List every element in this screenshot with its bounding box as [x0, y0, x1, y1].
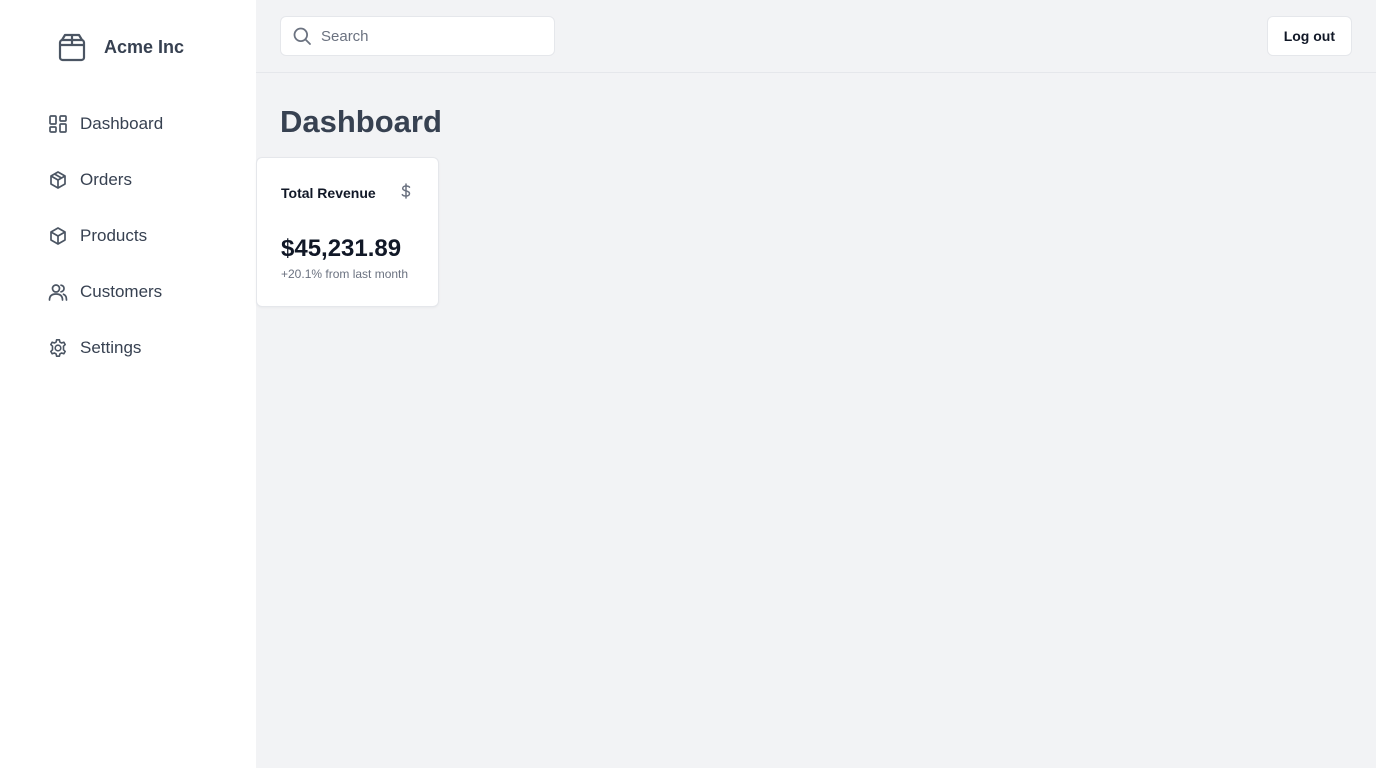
sidebar-item-label: Settings [80, 338, 142, 357]
search-icon [292, 26, 312, 46]
sidebar-item-products[interactable]: Products [48, 220, 163, 252]
revenue-change: +20.1% from last month [281, 267, 409, 281]
sidebar: Acme Inc Dashboard Orders Products Custo… [0, 0, 256, 768]
brand[interactable]: Acme Inc [56, 31, 184, 63]
sidebar-nav: Dashboard Orders Products Customers Sett… [48, 108, 163, 388]
revenue-value: $45,231.89 [281, 235, 402, 262]
package-icon [48, 226, 68, 246]
app-root: Acme Inc Dashboard Orders Products Custo… [0, 0, 1376, 768]
revenue-card: Total Revenue $45,231.89 +20.1% from las… [256, 157, 439, 307]
card-title: Total Revenue [281, 185, 376, 201]
sidebar-item-customers[interactable]: Customers [48, 276, 163, 308]
sidebar-item-label: Products [80, 226, 148, 245]
package-icon [48, 170, 68, 190]
sidebar-item-settings[interactable]: Settings [48, 332, 163, 364]
search-box[interactable] [280, 16, 555, 56]
sidebar-item-label: Customers [80, 282, 163, 301]
brand-name: Acme Inc [104, 36, 185, 57]
sidebar-item-dashboard[interactable]: Dashboard [48, 108, 163, 140]
dashboard-grid-icon [48, 114, 68, 134]
search-input[interactable] [321, 17, 546, 55]
sidebar-item-label: Orders [80, 170, 132, 189]
page-title: Dashboard [280, 104, 442, 139]
users-icon [48, 282, 68, 302]
dollar-icon [398, 183, 414, 199]
logout-button[interactable]: Log out [1266, 16, 1352, 56]
sidebar-item-label: Dashboard [80, 114, 164, 133]
sidebar-item-orders[interactable]: Orders [48, 164, 163, 196]
package-box-icon [56, 31, 88, 63]
gear-icon [48, 338, 68, 358]
top-header: Log out [256, 0, 1376, 73]
